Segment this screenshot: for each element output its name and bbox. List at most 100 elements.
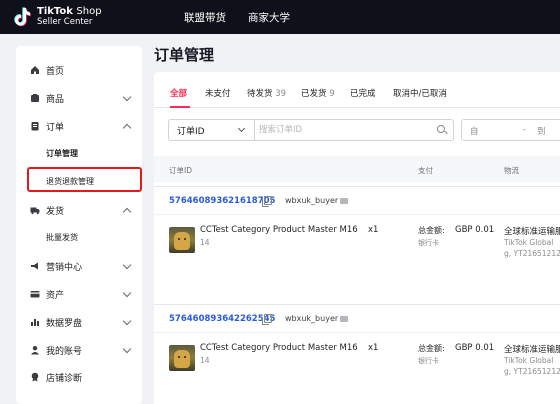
sidebar-item-label: 资产 — [46, 290, 65, 301]
sidebar-subitem-returns-refunds[interactable]: 退货退款管理 — [16, 171, 142, 191]
sidebar-item-label: 数据罗盘 — [46, 318, 83, 329]
sidebar-item-label: 首页 — [46, 66, 65, 77]
date-separator: - — [523, 125, 527, 135]
tab-completed[interactable]: 已完成 — [350, 87, 376, 99]
tab-to-ship[interactable]: 待发货 39 — [247, 87, 286, 99]
sidebar-subitem-label: 订单管理 — [46, 148, 78, 158]
chevron-down-icon — [122, 92, 132, 102]
order-card: 576460893621618705 wbxuk_buyer CCTest Ca… — [154, 186, 560, 298]
order-search-input[interactable] — [254, 119, 454, 141]
home-icon — [30, 65, 40, 75]
sidebar-item-finance[interactable]: 资产 — [16, 283, 142, 305]
sidebar-subitem-order-management[interactable]: 订单管理 — [16, 143, 142, 163]
search-icon[interactable] — [437, 125, 445, 133]
total-amount-label: 总金额: — [418, 344, 445, 353]
sidebar-item-label: 商品 — [46, 94, 65, 105]
copy-icon[interactable] — [262, 314, 272, 325]
nav-affiliate[interactable]: 联盟带货 — [184, 10, 226, 25]
chat-icon[interactable] — [340, 198, 348, 204]
shipping-service: 全球标准运输服 — [504, 227, 560, 237]
payment-method: 银行卡 — [418, 357, 439, 365]
sidebar-subitem-label: 退货退款管理 — [46, 176, 94, 186]
order-header: 576460893621618705 wbxuk_buyer — [154, 187, 560, 215]
date-range-picker[interactable]: 自 - 到 — [461, 119, 560, 141]
nav-seller-university[interactable]: 商家大学 — [248, 10, 290, 25]
tab-unpaid[interactable]: 未支付 — [205, 87, 231, 99]
sidebar-subitem-bulk-shipping[interactable]: 批量发货 — [16, 227, 142, 247]
tab-label: 未支付 — [205, 89, 231, 99]
tab-label: 已完成 — [350, 89, 376, 99]
sidebar-item-marketing[interactable]: 营销中心 — [16, 255, 142, 277]
tiktok-shop-logo[interactable]: TikTok Shop Seller Center — [14, 7, 154, 27]
sidebar-subitem-label: 批量发货 — [46, 232, 78, 242]
user-icon — [30, 345, 40, 355]
sidebar-item-label: 订单 — [46, 122, 65, 133]
chat-icon[interactable] — [340, 316, 348, 322]
chevron-down-icon — [122, 260, 132, 270]
megaphone-icon — [30, 261, 40, 271]
payment-method: 银行卡 — [418, 239, 439, 247]
logo-title: TikTok Shop — [37, 6, 102, 17]
sidebar-item-orders[interactable]: 订单 — [16, 115, 142, 137]
product-variant: 14 — [200, 356, 210, 365]
sidebar-item-my-account[interactable]: 我的账号 — [16, 339, 142, 361]
buyer-name: wbxuk_buyer — [285, 196, 339, 205]
active-tab-indicator — [170, 106, 190, 108]
tab-label: 待发货 — [247, 89, 273, 99]
product-icon — [30, 93, 40, 103]
chevron-up-icon — [122, 207, 132, 217]
tiktok-logo-icon — [14, 7, 32, 27]
product-thumbnail[interactable] — [169, 227, 195, 253]
shipping-carrier: TikTok Global — [504, 238, 554, 247]
top-navigation-bar: TikTok Shop Seller Center 联盟带货 商家大学 — [0, 0, 560, 34]
copy-icon[interactable] — [262, 196, 272, 207]
tab-label: 取消中/已取消 — [393, 89, 447, 99]
chevron-down-icon — [122, 344, 132, 354]
badge-icon — [30, 372, 40, 382]
logo-text: TikTok Shop Seller Center — [37, 6, 102, 28]
product-quantity: x1 — [368, 225, 379, 235]
sidebar-item-shipping[interactable]: 发货 — [16, 199, 142, 221]
sidebar-item-store-diagnosis[interactable]: 店铺诊断 — [16, 366, 142, 388]
chevron-down-icon — [237, 124, 246, 133]
column-header-logistics: 物流 — [504, 166, 519, 175]
chevron-down-icon — [122, 316, 132, 326]
product-variant: 14 — [200, 238, 210, 247]
logo-subtitle: Seller Center — [37, 17, 93, 27]
tab-all[interactable]: 全部 — [170, 87, 187, 99]
table-header: 订单ID 支付 物流 — [154, 156, 560, 182]
sidebar-item-label: 店铺诊断 — [46, 373, 83, 384]
product-thumbnail[interactable] — [169, 345, 195, 371]
date-end-placeholder: 到 — [537, 127, 546, 137]
dog-image — [174, 232, 190, 250]
total-amount-value: GBP 0.01 — [455, 343, 495, 353]
tab-shipped[interactable]: 已发货 9 — [301, 87, 335, 99]
tracking-number: g, YT21651212 — [504, 249, 560, 258]
total-amount-label: 总金额: — [418, 226, 445, 235]
tab-count: 39 — [275, 89, 287, 99]
tracking-number: g, YT21651212 — [504, 367, 560, 376]
truck-icon — [30, 205, 40, 215]
card-icon — [30, 289, 40, 299]
tab-label: 全部 — [170, 89, 188, 99]
date-start-placeholder: 自 — [470, 127, 479, 137]
chevron-down-icon — [122, 288, 132, 298]
column-header-payment: 支付 — [418, 166, 433, 175]
sidebar-item-data-compass[interactable]: 数据罗盘 — [16, 311, 142, 333]
shipping-service: 全球标准运输服 — [504, 345, 560, 355]
total-amount-value: GBP 0.01 — [455, 225, 495, 235]
order-id-link[interactable]: 576460893642262545 — [169, 314, 275, 324]
dog-image — [174, 350, 190, 368]
sidebar-item-products[interactable]: 商品 — [16, 87, 142, 109]
search-field-select[interactable]: 订单ID — [168, 119, 254, 141]
order-status-tabs: 全部 未支付 待发货 39 已发货 9 已完成 取消中/已取消 — [154, 72, 560, 108]
shipping-carrier: TikTok Global — [504, 356, 554, 365]
tab-cancelled[interactable]: 取消中/已取消 — [393, 87, 447, 99]
top-nav-links: 联盟带货 商家大学 — [154, 10, 312, 25]
order-id-link[interactable]: 576460893621618705 — [169, 196, 275, 206]
buyer-name: wbxuk_buyer — [285, 314, 339, 323]
product-name: CCTest Category Product Master M16 — [200, 343, 358, 353]
orders-panel: 全部 未支付 待发货 39 已发货 9 已完成 取消中/已取消 订单ID 自 -… — [154, 72, 560, 404]
order-icon — [30, 121, 40, 131]
sidebar-item-home[interactable]: 首页 — [16, 59, 142, 81]
